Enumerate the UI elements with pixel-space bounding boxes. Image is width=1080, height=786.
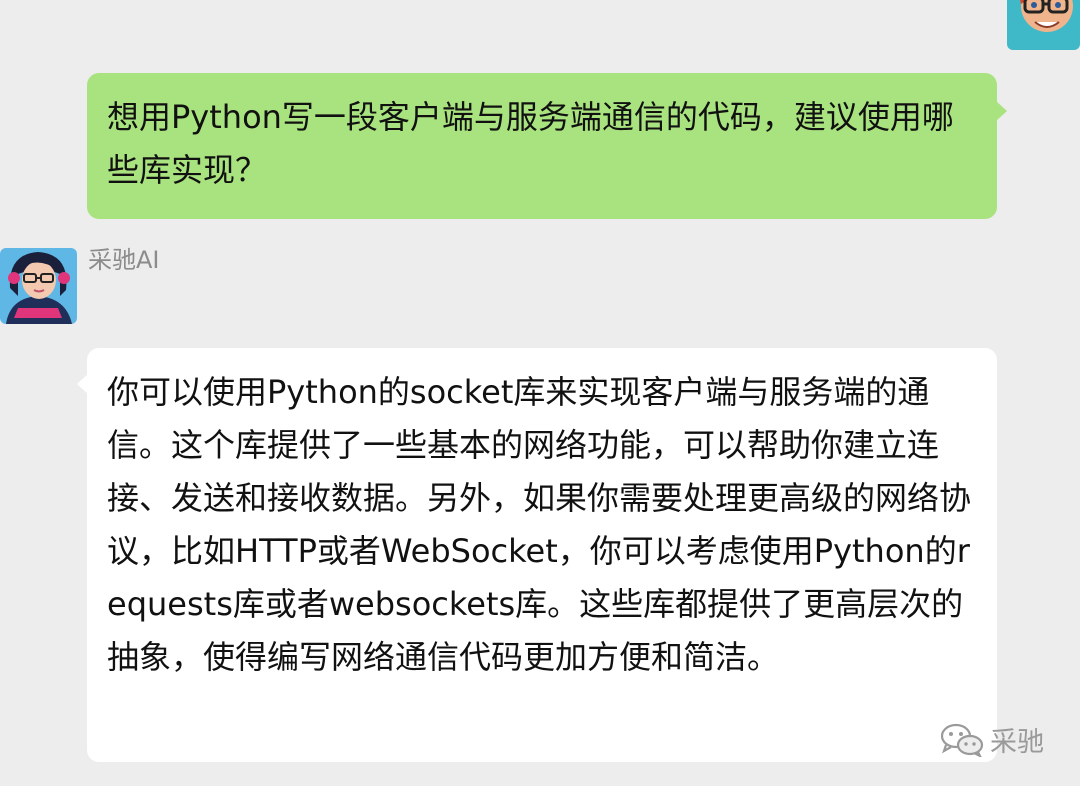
user-avatar[interactable] xyxy=(1007,0,1080,50)
watermark: 采驰 xyxy=(940,720,1044,759)
watermark-text: 采驰 xyxy=(990,727,1044,758)
user-message-text: 想用Python写一段客户端与服务端通信的代码，建议使用哪些库实现？ xyxy=(107,98,954,189)
user-message-bubble[interactable]: 想用Python写一段客户端与服务端通信的代码，建议使用哪些库实现？ xyxy=(87,73,1007,219)
ai-sender-name: 采驰AI xyxy=(88,246,160,274)
ai-avatar[interactable] xyxy=(0,248,77,324)
ai-message-text: 你可以使用Python的socket库来实现客户端与服务端的通信。这个库提供了一… xyxy=(107,373,972,676)
ai-message-bubble[interactable]: 你可以使用Python的socket库来实现客户端与服务端的通信。这个库提供了一… xyxy=(77,348,997,762)
wechat-icon xyxy=(940,723,984,757)
